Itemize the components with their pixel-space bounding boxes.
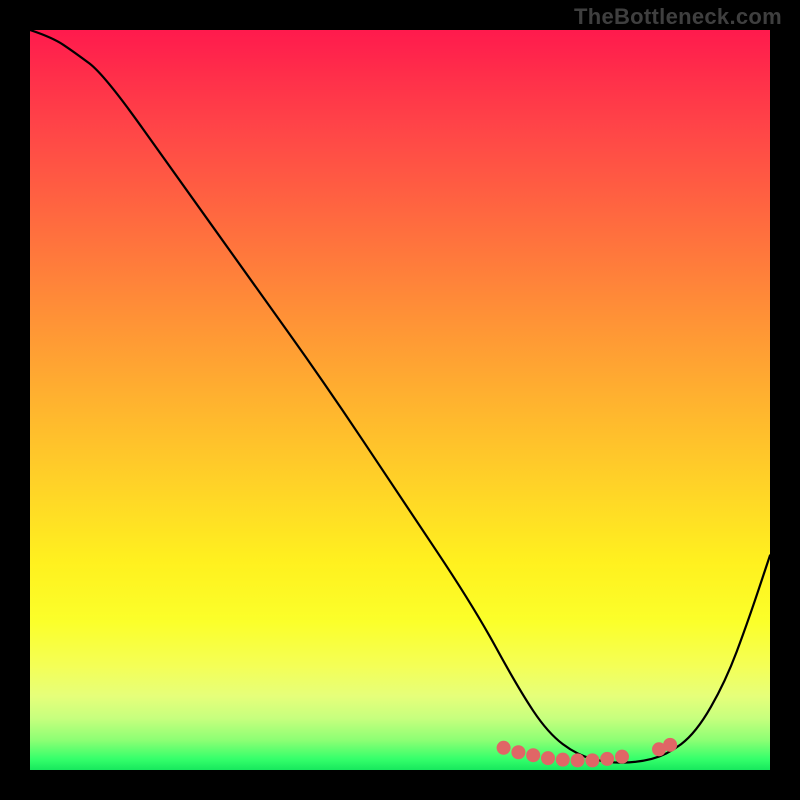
marker-dot [511, 745, 525, 759]
marker-dot [497, 741, 511, 755]
marker-dot [615, 750, 629, 764]
chart-svg [30, 30, 770, 770]
marker-dot [571, 753, 585, 767]
marker-dot [600, 752, 614, 766]
marker-dot [556, 753, 570, 767]
watermark-text: TheBottleneck.com [574, 4, 782, 30]
marker-dot [541, 751, 555, 765]
marker-group [497, 738, 677, 768]
plot-area [30, 30, 770, 770]
marker-dot [526, 748, 540, 762]
chart-stage: TheBottleneck.com [0, 0, 800, 800]
marker-dot [663, 738, 677, 752]
marker-dot [585, 753, 599, 767]
bottleneck-curve [30, 30, 770, 763]
